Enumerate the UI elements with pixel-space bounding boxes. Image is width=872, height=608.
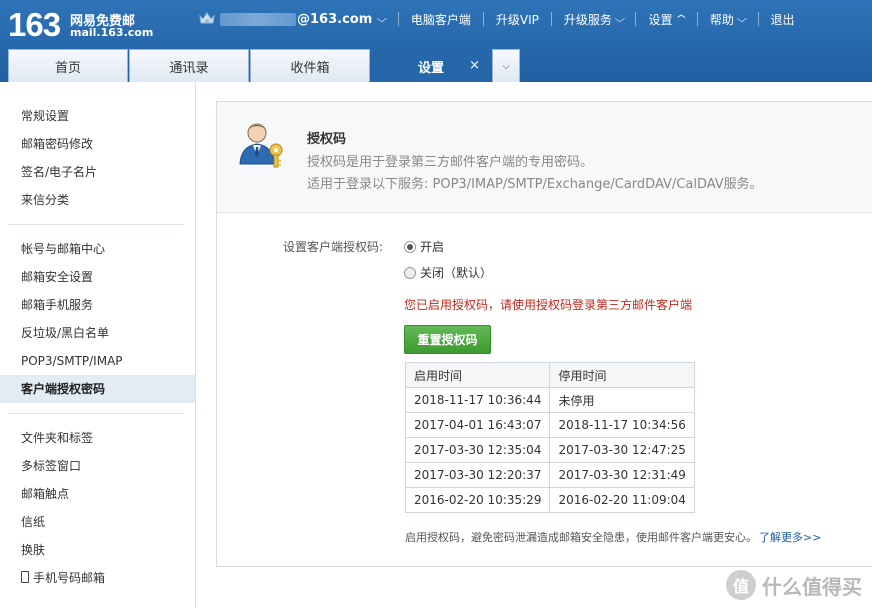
sidebar-item-general[interactable]: 常规设置 xyxy=(0,102,195,130)
tab-bar: 首页 通讯录 收件箱 设置 × ⌵ xyxy=(8,48,520,82)
cell-disabled-time: 2016-02-20 11:09:04 xyxy=(549,487,695,513)
nav-help[interactable]: 帮助 ⌵ xyxy=(709,11,748,28)
cell-enabled-time: 2017-03-30 12:35:04 xyxy=(404,437,551,463)
tab-inbox[interactable]: 收件箱 xyxy=(250,49,370,82)
cell-disabled-time: 2017-03-30 12:31:49 xyxy=(549,462,695,488)
radio-on-button[interactable] xyxy=(404,240,416,253)
nav-help-label: 帮助 xyxy=(709,12,734,27)
nav-divider xyxy=(635,12,637,26)
settings-sidebar: 常规设置 邮箱密码修改 签名/电子名片 来信分类 帐号与邮箱中心 邮箱安全设置 … xyxy=(0,82,196,608)
nav-upgrade-vip[interactable]: 升级VIP xyxy=(496,11,539,28)
cell-enabled-time: 2017-03-30 12:20:37 xyxy=(404,462,551,488)
nav-upgrade-service-label: 升级服务 xyxy=(563,12,612,27)
table-row: 2016-02-20 10:35:29 2016-02-20 11:09:04 xyxy=(404,487,695,513)
reset-auth-code-button[interactable]: 重置授权码 xyxy=(404,325,491,354)
nav-divider xyxy=(550,12,552,26)
sidebar-item-multitab[interactable]: 多标签窗口 xyxy=(0,452,195,480)
page-title: 授权码 xyxy=(307,132,347,147)
footnote-text: 启用授权码，避免密码泄漏造成邮箱安全隐患，使用邮件客户端更安心。 xyxy=(405,531,757,544)
table-row: 2018-11-17 10:36:44 未停用 xyxy=(404,387,695,413)
tab-settings[interactable]: 设置 × xyxy=(371,49,491,82)
page-description: 授权码是用于登录第三方邮件客户端的专用密码。 xyxy=(307,155,594,170)
auth-history-table: 启用时间 停用时间 2018-11-17 10:36:44 未停用 2017-0… xyxy=(404,362,695,513)
top-header: 163 网易免费邮 mail.163.com @163.com ⌵ 电脑客户端 … xyxy=(0,0,872,82)
radio-on-label: 开启 xyxy=(420,240,445,254)
cell-enabled-time: 2016-02-20 10:35:29 xyxy=(404,487,551,513)
panel-header: 授权码 授权码是用于登录第三方邮件客户端的专用密码。 适用于登录以下服务: PO… xyxy=(217,102,872,213)
nav-divider xyxy=(482,12,484,26)
sidebar-item-touchpoint[interactable]: 邮箱触点 xyxy=(0,480,195,508)
column-header-disabled: 停用时间 xyxy=(549,362,695,388)
sidebar-item-mobile-service[interactable]: 邮箱手机服务 xyxy=(0,291,195,319)
sidebar-divider xyxy=(8,224,184,225)
radio-option-on[interactable]: 开启 xyxy=(404,238,444,255)
nav-divider xyxy=(696,12,698,26)
site-watermark: 值 什么值得买 xyxy=(726,570,862,600)
phone-icon xyxy=(21,571,29,583)
radio-off-button[interactable] xyxy=(404,266,416,279)
chevron-up-icon: ^ xyxy=(674,13,687,25)
account-chevron-down-icon[interactable]: ⌵ xyxy=(377,14,388,25)
nav-divider xyxy=(397,12,399,26)
sidebar-item-signature[interactable]: 签名/电子名片 xyxy=(0,158,195,186)
sidebar-item-antispam[interactable]: 反垃圾/黑白名单 xyxy=(0,319,195,347)
cell-enabled-time: 2017-04-01 16:43:07 xyxy=(404,412,551,438)
nav-divider xyxy=(757,12,759,26)
auth-setting-label: 设置客户端授权码: xyxy=(283,240,384,254)
sidebar-item-phone-mail[interactable]: 手机号码邮箱 xyxy=(0,564,195,592)
status-notice: 您已启用授权码，请使用授权码登录第三方邮件客户端 xyxy=(404,298,693,312)
account-name-redacted xyxy=(220,12,296,26)
tab-more-chevron-down-icon[interactable]: ⌵ xyxy=(492,49,520,82)
tab-settings-label: 设置 xyxy=(417,60,444,76)
sidebar-item-account-center[interactable]: 帐号与邮箱中心 xyxy=(0,235,195,263)
top-nav: @163.com ⌵ 电脑客户端 升级VIP 升级服务 ⌵ 设置 ^ 帮助 ⌵ 退出 xyxy=(198,9,795,29)
cell-enabled-time: 2018-11-17 10:36:44 xyxy=(404,387,551,413)
sidebar-item-mail-rules[interactable]: 来信分类 xyxy=(0,186,195,214)
security-footnote: 启用授权码，避免密码泄漏造成邮箱安全隐患，使用邮件客户端更安心。 了解更多>> xyxy=(405,529,821,545)
page-services-note: 适用于登录以下服务: POP3/IMAP/SMTP/Exchange/CardD… xyxy=(307,177,763,192)
table-row: 2017-03-30 12:20:37 2017-03-30 12:31:49 xyxy=(404,462,695,488)
cell-disabled-time: 2018-11-17 10:34:56 xyxy=(549,412,695,438)
nav-desktop-client[interactable]: 电脑客户端 xyxy=(411,11,471,28)
sidebar-item-pop3[interactable]: POP3/SMTP/IMAP xyxy=(0,347,195,375)
sidebar-item-phone-mail-label: 手机号码邮箱 xyxy=(33,571,106,585)
radio-off-label: 关闭（默认） xyxy=(420,266,493,280)
cell-disabled-time: 未停用 xyxy=(549,387,695,413)
tab-contacts[interactable]: 通讯录 xyxy=(129,49,249,82)
chevron-down-icon: ⌵ xyxy=(736,13,748,25)
logo-number: 163 xyxy=(8,6,61,43)
sidebar-item-skin[interactable]: 换肤 xyxy=(0,536,195,564)
account-email[interactable]: @163.com xyxy=(297,12,372,27)
radio-option-off[interactable]: 关闭（默认） xyxy=(404,264,492,281)
learn-more-link[interactable]: 了解更多>> xyxy=(759,531,821,544)
watermark-text: 什么值得买 xyxy=(762,574,862,599)
logo-domain: mail.163.com xyxy=(70,26,154,39)
sidebar-item-stationery[interactable]: 信纸 xyxy=(0,508,195,536)
watermark-logo-icon: 值 xyxy=(726,570,756,600)
sidebar-item-folders[interactable]: 文件夹和标签 xyxy=(0,424,195,452)
table-header-row: 启用时间 停用时间 xyxy=(404,362,695,388)
table-row: 2017-03-30 12:35:04 2017-03-30 12:47:25 xyxy=(404,437,695,463)
sidebar-item-password[interactable]: 邮箱密码修改 xyxy=(0,130,195,158)
nav-settings[interactable]: 设置 ^ xyxy=(648,11,687,28)
column-header-enabled: 启用时间 xyxy=(404,362,551,388)
sidebar-item-client-auth[interactable]: 客户端授权密码 xyxy=(0,375,195,403)
table-row: 2017-04-01 16:43:07 2018-11-17 10:34:56 xyxy=(404,412,695,438)
tab-home[interactable]: 首页 xyxy=(8,49,128,82)
sidebar-item-security[interactable]: 邮箱安全设置 xyxy=(0,263,195,291)
nav-settings-label: 设置 xyxy=(648,12,673,27)
close-icon[interactable]: × xyxy=(469,58,480,73)
nav-upgrade-service[interactable]: 升级服务 ⌵ xyxy=(563,11,626,28)
cell-disabled-time: 2017-03-30 12:47:25 xyxy=(549,437,695,463)
user-key-icon xyxy=(239,123,283,168)
nav-logout[interactable]: 退出 xyxy=(771,11,795,28)
account-crown-icon xyxy=(199,12,215,24)
sidebar-divider xyxy=(8,413,184,414)
chevron-down-icon: ⌵ xyxy=(614,13,626,25)
